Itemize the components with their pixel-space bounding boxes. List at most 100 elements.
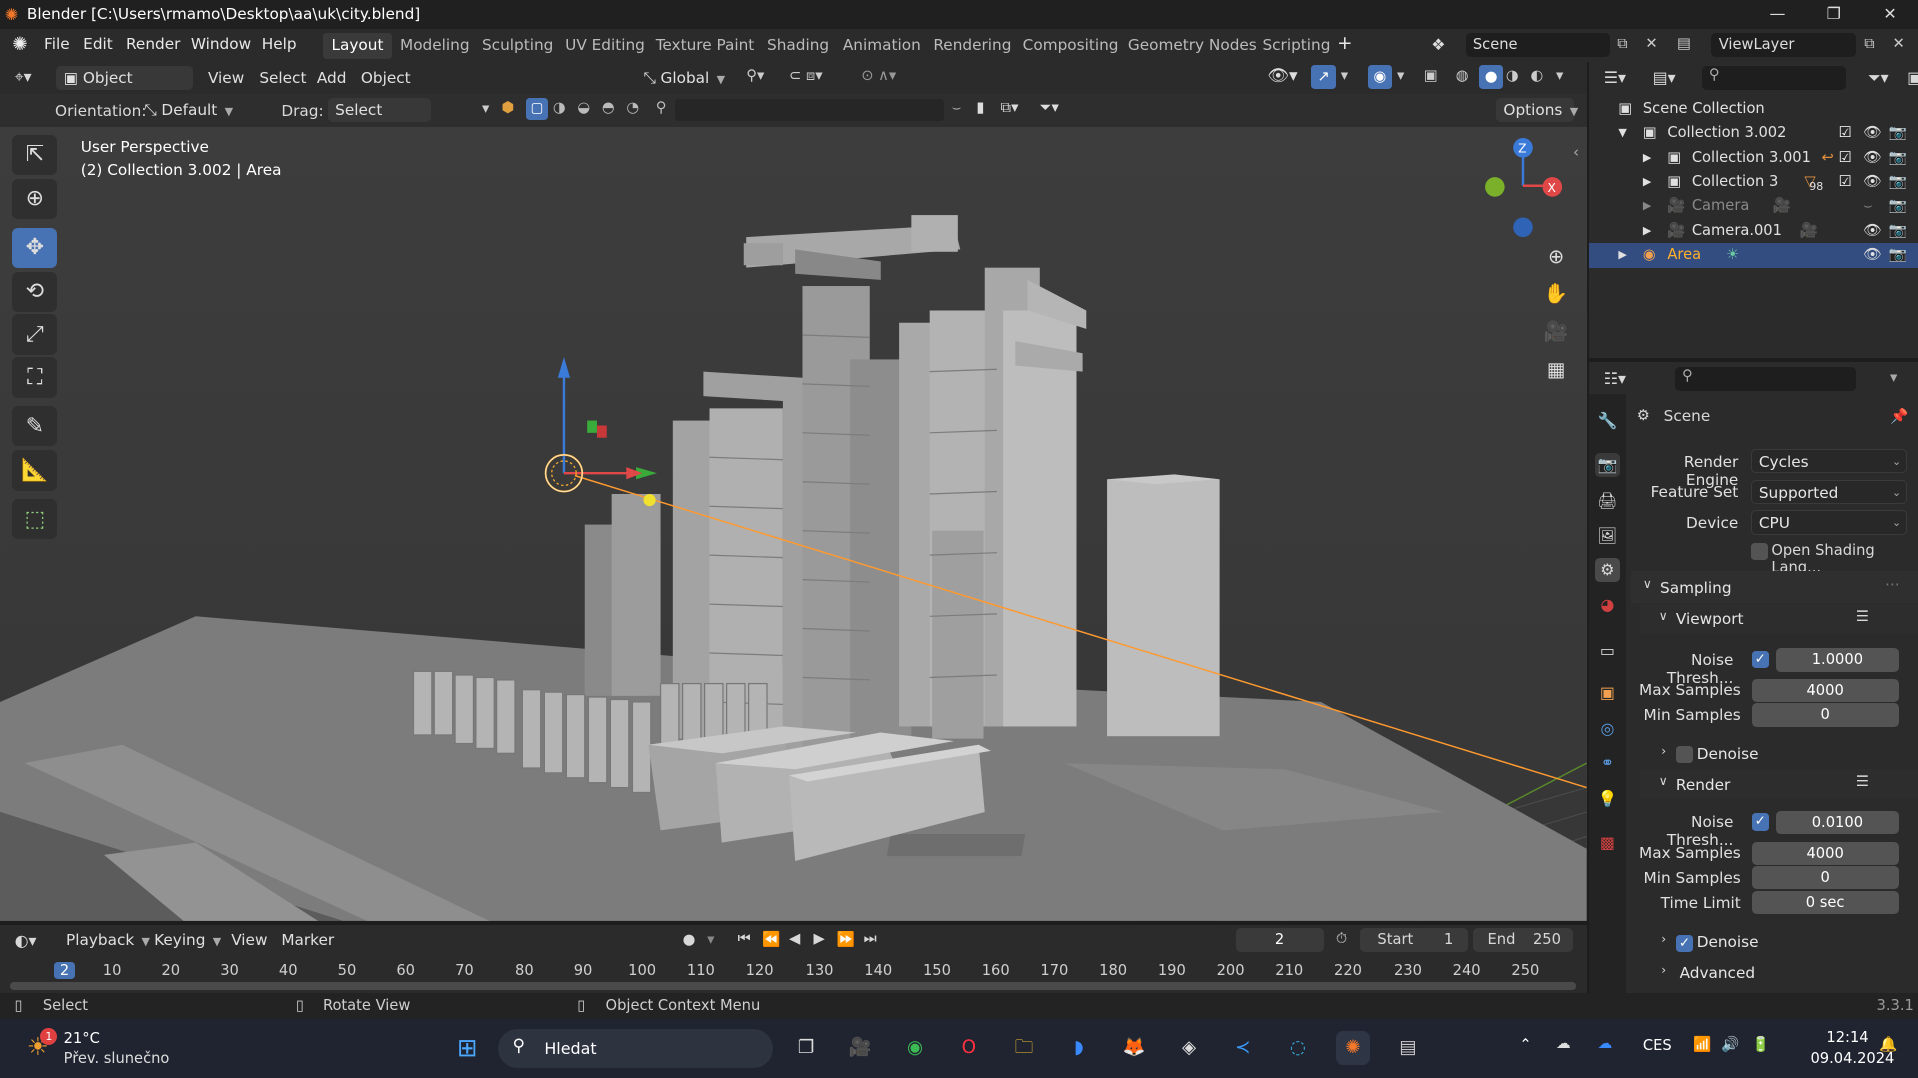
collection-tab-icon[interactable]: ▭ xyxy=(1595,639,1619,663)
tool-tab-icon[interactable]: 🔧 xyxy=(1595,409,1619,433)
delete-scene-icon[interactable]: ✕ xyxy=(1645,35,1657,52)
start-frame-field[interactable]: Start 1 xyxy=(1360,928,1468,952)
filter-icon[interactable]: ⏷▾ xyxy=(1040,99,1059,116)
jump-start-icon[interactable]: ⏮ xyxy=(738,930,751,947)
new-scene-icon[interactable]: ⧉ xyxy=(1617,35,1627,52)
move-tool-icon[interactable]: ✥ xyxy=(12,227,58,268)
outliner-item-collection-3[interactable]: ▶ ▣ Collection 3 ▽ 98 ☑ 👁 📷 xyxy=(1589,170,1918,194)
language-indicator[interactable]: CES xyxy=(1643,1037,1672,1054)
viewlayer-field[interactable]: ViewLayer xyxy=(1711,33,1856,58)
device-dropdown[interactable]: CPU ⌄ xyxy=(1750,510,1908,535)
measure-tool-icon[interactable]: 📐 xyxy=(12,450,58,491)
menu-help[interactable]: Help xyxy=(262,35,297,53)
tab-sculpting[interactable]: Sculpting xyxy=(473,33,561,59)
checkbox-icon[interactable]: ☑ xyxy=(1839,121,1852,145)
jump-end-icon[interactable]: ⏭ xyxy=(864,930,877,947)
zoom-icon[interactable]: ⊕ xyxy=(1540,241,1572,273)
menu-timeline-view[interactable]: View xyxy=(224,928,275,952)
vp-noise-checkbox[interactable]: ✓ xyxy=(1751,650,1769,668)
unity-icon[interactable]: ◈ xyxy=(1172,1031,1206,1065)
perspective-toggle-icon[interactable]: ▦ xyxy=(1540,354,1572,386)
chevron-down-icon[interactable]: ▾ xyxy=(707,931,714,948)
mode-dropdown[interactable]: ▣ Object Mode▼ xyxy=(56,66,194,112)
camera-render-icon[interactable]: 📷 xyxy=(1889,194,1907,218)
maximize-button[interactable]: ❐ xyxy=(1806,0,1862,29)
tab-geometry-nodes[interactable]: Geometry Nodes xyxy=(1119,33,1265,59)
vp-noise-field[interactable]: 1.0000 xyxy=(1776,648,1899,672)
chevron-down-icon[interactable]: ▼ xyxy=(1618,121,1626,145)
properties-search-input[interactable]: ⚲ xyxy=(1674,366,1856,392)
view-layer-tab-icon[interactable]: 🖼 xyxy=(1595,524,1619,548)
annotate-tool-icon[interactable]: ✎ xyxy=(12,406,58,447)
current-frame-field[interactable]: 2 xyxy=(1235,928,1324,952)
chevron-right-icon[interactable]: ▶ xyxy=(1618,243,1626,267)
scene-selector-icon[interactable]: ❖ xyxy=(1431,35,1445,54)
tab-texture-paint[interactable]: Texture Paint xyxy=(647,33,763,59)
filter-icon[interactable]: ⏷▾ xyxy=(1868,68,1889,88)
r-noise-field[interactable]: 0.0100 xyxy=(1776,811,1899,835)
outliner-item-collection-3-002[interactable]: ▼ ▣ Collection 3.002 ☑ 👁 📷 xyxy=(1589,121,1918,145)
chevron-right-icon[interactable]: ▶ xyxy=(1643,219,1651,243)
transform-orientation-dropdown[interactable]: ⤡ Global ▼ xyxy=(636,66,732,90)
stopwatch-icon[interactable]: ⏱ xyxy=(1336,930,1347,947)
firefox-icon[interactable]: 🦊 xyxy=(1117,1031,1151,1065)
chevron-right-icon[interactable]: › xyxy=(1661,963,1666,977)
visibility-icon[interactable]: 👁▾ xyxy=(1267,66,1297,86)
osl-checkbox[interactable] xyxy=(1750,543,1768,561)
vscode-icon[interactable]: ≺ xyxy=(1226,1031,1260,1065)
select-set-icon[interactable]: ▢ xyxy=(526,97,549,120)
scene-tab-icon[interactable]: ⚙ xyxy=(1595,557,1620,583)
menu-select[interactable]: Select xyxy=(252,66,314,90)
curve-icon[interactable]: ⌣ xyxy=(952,99,962,116)
vp-max-field[interactable]: 4000 xyxy=(1751,678,1899,703)
texture-tab-icon[interactable]: ▩ xyxy=(1595,831,1619,855)
end-frame-field[interactable]: End 250 xyxy=(1472,928,1574,952)
proportional-edit-icon[interactable]: ⊙ ∧▾ xyxy=(861,67,896,84)
tool-search-input[interactable] xyxy=(675,99,945,122)
tab-uv-editing[interactable]: UV Editing xyxy=(557,33,654,59)
app-icon[interactable]: ▤ xyxy=(1391,1031,1425,1065)
rendered-shading-icon[interactable]: ◐ xyxy=(1530,67,1543,84)
outliner-item-camera-001[interactable]: ▶ 🎥 Camera.001 🎥 👁 📷 xyxy=(1589,219,1918,243)
select-intersect-icon[interactable]: ◔ xyxy=(626,99,639,116)
gizmo-toggle-icon[interactable]: ↗ xyxy=(1311,64,1336,90)
onedrive-blue-icon[interactable]: ☁ xyxy=(1598,1035,1613,1052)
chevron-down-icon[interactable]: ▾ xyxy=(1890,369,1897,386)
blender-taskbar-icon[interactable]: ✺ xyxy=(1335,1031,1371,1066)
display-mode-icon[interactable]: ▤▾ xyxy=(1653,68,1676,87)
chrome-icon[interactable]: ◉ xyxy=(898,1031,932,1065)
pan-hand-icon[interactable]: ✋ xyxy=(1540,278,1572,310)
xray-icon[interactable]: ▣ xyxy=(1424,67,1438,84)
camera-render-icon[interactable]: 📷 xyxy=(1889,121,1907,145)
eye-icon[interactable]: 👁 xyxy=(1863,243,1882,267)
tab-animation[interactable]: Animation xyxy=(834,33,929,59)
tray-chevron-icon[interactable]: ⌃ xyxy=(1519,1036,1531,1053)
layout-icon[interactable]: ⧉▾ xyxy=(1001,99,1019,116)
edge-icon[interactable]: ◌ xyxy=(1281,1031,1315,1065)
new-viewlayer-icon[interactable]: ⧉ xyxy=(1864,35,1874,52)
onedrive-icon[interactable]: ☁ xyxy=(1556,1035,1571,1052)
chevron-right-icon[interactable]: › xyxy=(1661,932,1666,946)
record-icon[interactable]: ● xyxy=(683,931,696,948)
mode-color-icon[interactable]: ⬢ xyxy=(502,99,515,116)
wifi-icon[interactable]: 📶 xyxy=(1693,1035,1711,1053)
menu-window[interactable]: Window xyxy=(191,35,251,53)
eye-icon[interactable]: 👁 xyxy=(1863,219,1882,243)
solid-shading-icon[interactable]: ● xyxy=(1478,64,1504,90)
new-collection-icon[interactable]: ▣ xyxy=(1907,68,1918,87)
checkbox-icon[interactable]: ☑ xyxy=(1839,170,1852,194)
menu-render[interactable]: Render xyxy=(126,35,180,53)
camera-render-icon[interactable]: 📷 xyxy=(1889,146,1907,170)
app-icon[interactable]: ◗ xyxy=(1062,1031,1096,1065)
menu-edit[interactable]: Edit xyxy=(83,35,113,53)
outliner-item-collection-3-001[interactable]: ▶ ▣ Collection 3.001 ↩ ☑ 👁 📷 xyxy=(1589,146,1918,170)
delete-viewlayer-icon[interactable]: ✕ xyxy=(1892,35,1904,52)
tab-scripting[interactable]: Scripting xyxy=(1254,33,1339,59)
editor-type-icon[interactable]: ⌖▾ xyxy=(15,67,32,87)
viewlayer-icon[interactable]: ▤ xyxy=(1677,35,1691,52)
drag-handle-icon[interactable]: ⋯ xyxy=(1885,576,1900,593)
windows-start-icon[interactable]: ⊞ xyxy=(450,1031,484,1065)
search-icon[interactable]: ⚲ xyxy=(656,99,667,116)
eye-icon[interactable]: 👁 xyxy=(1863,146,1882,170)
select-invert-icon[interactable]: ◓ xyxy=(602,99,615,116)
